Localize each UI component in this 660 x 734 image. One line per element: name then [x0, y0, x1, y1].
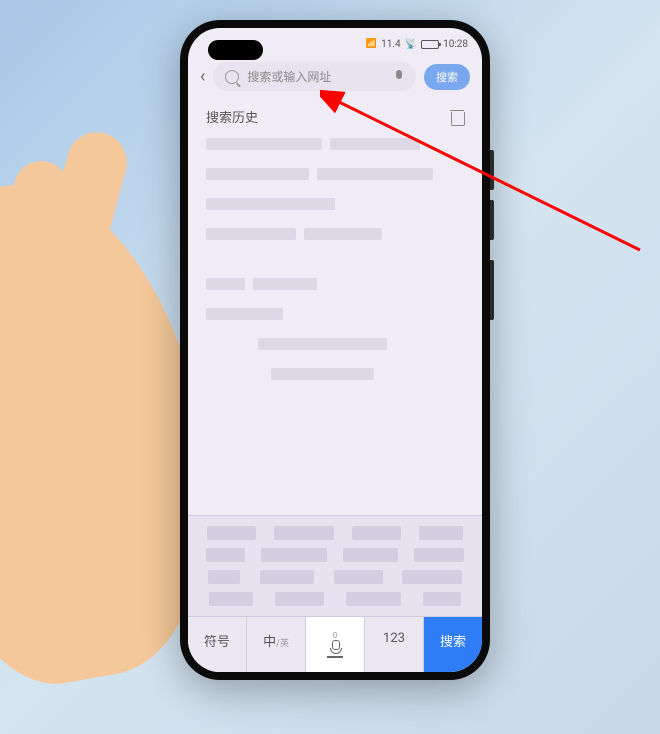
- signal-icon: 📶: [366, 39, 377, 49]
- voice-key[interactable]: 0: [306, 617, 365, 672]
- prediction-item[interactable]: [206, 548, 244, 562]
- prediction-item[interactable]: [346, 592, 401, 606]
- prediction-item[interactable]: [402, 570, 462, 584]
- voice-input-icon[interactable]: [394, 70, 404, 84]
- search-button[interactable]: 搜索: [424, 64, 470, 90]
- prediction-item[interactable]: [352, 526, 401, 540]
- prediction-item[interactable]: [423, 592, 461, 606]
- search-placeholder: 搜索或输入网址: [247, 68, 386, 85]
- keyboard-search-key[interactable]: 搜索: [424, 617, 482, 672]
- history-item[interactable]: [304, 228, 381, 240]
- prediction-item[interactable]: [208, 570, 241, 584]
- prediction-item[interactable]: [275, 592, 324, 606]
- prediction-item[interactable]: [261, 548, 327, 562]
- keyboard-bottom-row: 符号 中/英 0 123 搜索: [188, 616, 482, 672]
- phone-screen: 📶 11.4 📡 10:28 ‹ 搜索或输入网址 搜索 搜索历史: [188, 28, 482, 672]
- clock-time: 10:28: [443, 39, 468, 50]
- number-key[interactable]: 123: [365, 617, 424, 672]
- power-button: [490, 260, 494, 320]
- history-item[interactable]: [206, 228, 296, 240]
- volume-down-button: [490, 200, 494, 240]
- history-item[interactable]: [206, 168, 309, 180]
- history-title: 搜索历史: [206, 107, 258, 126]
- search-icon: [225, 70, 239, 84]
- prediction-item[interactable]: [260, 570, 315, 584]
- history-header: 搜索历史: [188, 97, 482, 132]
- wifi-icon: 📡: [405, 39, 417, 50]
- symbol-key[interactable]: 符号: [188, 617, 247, 672]
- search-bar: ‹ 搜索或输入网址 搜索: [188, 56, 482, 97]
- camera-cutout: [208, 40, 263, 60]
- search-input[interactable]: 搜索或输入网址: [213, 62, 416, 91]
- history-list: [188, 132, 482, 404]
- prediction-item[interactable]: [419, 526, 463, 540]
- back-button[interactable]: ‹: [200, 66, 205, 87]
- history-item[interactable]: [271, 368, 374, 380]
- history-item[interactable]: [253, 278, 318, 290]
- history-item[interactable]: [330, 138, 420, 150]
- history-item[interactable]: [206, 198, 335, 210]
- prediction-area: [188, 516, 482, 616]
- history-item[interactable]: [206, 138, 322, 150]
- prediction-item[interactable]: [343, 548, 398, 562]
- volume-up-button: [490, 150, 494, 190]
- delete-history-icon[interactable]: [450, 109, 464, 125]
- history-item[interactable]: [206, 278, 245, 290]
- microphone-icon: [330, 640, 340, 654]
- keyboard: 符号 中/英 0 123 搜索: [188, 515, 482, 672]
- prediction-item[interactable]: [209, 592, 253, 606]
- language-key[interactable]: 中/英: [247, 617, 306, 672]
- prediction-item[interactable]: [414, 548, 463, 562]
- phone-frame: 📶 11.4 📡 10:28 ‹ 搜索或输入网址 搜索 搜索历史: [180, 20, 490, 680]
- prediction-item[interactable]: [207, 526, 256, 540]
- history-item[interactable]: [258, 338, 387, 350]
- history-item[interactable]: [206, 308, 283, 320]
- prediction-item[interactable]: [274, 526, 334, 540]
- prediction-item[interactable]: [334, 570, 383, 584]
- wifi-label: 11.4: [381, 39, 401, 50]
- history-item[interactable]: [317, 168, 433, 180]
- battery-icon: [421, 40, 439, 49]
